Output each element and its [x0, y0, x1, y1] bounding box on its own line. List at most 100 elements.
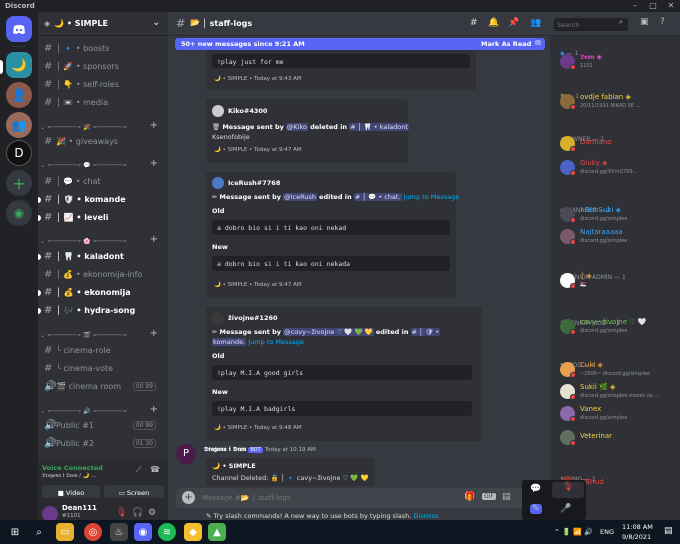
mic-muted-icon[interactable]: 🎙	[116, 508, 127, 518]
language-indicator[interactable]: ENG	[600, 528, 614, 536]
server-header[interactable]: ◈ 🌙 • SIMPLE ⌄	[38, 12, 168, 36]
file-explorer-icon[interactable]: ▭	[56, 523, 74, 541]
new-messages-banner[interactable]: 50+ new messages since 9:21 AM Mark As R…	[175, 38, 545, 50]
avatar[interactable]: P	[176, 444, 196, 464]
jump-to-message-link[interactable]: Jump to Message	[248, 338, 304, 346]
threads-icon[interactable]: #	[470, 18, 478, 28]
voice-channel-public-2[interactable]: 🔊 Public #2 01 30	[44, 436, 164, 451]
channel-boosts[interactable]: # │ 🔹 • boosts	[44, 41, 164, 56]
search-icon[interactable]: ⌕	[30, 523, 48, 541]
pencil-icon: ✏	[212, 328, 218, 336]
clock-time[interactable]: 11:08 AM	[622, 523, 653, 531]
member-item[interactable]: Najtaraaaaa discord.gg/simplee	[560, 227, 678, 247]
notification-icon[interactable]: ▤	[664, 526, 673, 536]
channel-giveaways[interactable]: # 🎉 • giveaways	[44, 134, 164, 149]
voice-channel-cinema-room[interactable]: 🔊 🎬 cinema room 00 99	[44, 379, 164, 394]
avatar	[212, 177, 224, 189]
category-cinema[interactable]: ⌄ ╾──────╼ 🎬 ╾──────╼	[40, 332, 127, 339]
channel-komande[interactable]: # │ 🛡 • komande	[38, 192, 164, 207]
message-input[interactable]	[202, 491, 402, 505]
sticker-icon[interactable]: ▤	[502, 492, 511, 502]
server-icon-4[interactable]: D	[6, 140, 32, 166]
bluestacks-icon[interactable]: ▲	[208, 523, 226, 541]
add-channel-icon[interactable]: +	[150, 234, 158, 245]
voice-channel-public-1[interactable]: 🔊 Public #1 00 99	[44, 418, 164, 433]
add-channel-icon[interactable]: +	[150, 404, 158, 415]
spotify-icon[interactable]: ≋	[158, 523, 176, 541]
server-boost-icon: ◈	[44, 19, 51, 28]
channel-leveli[interactable]: # │ 📈 • leveli	[38, 210, 164, 225]
hash-icon: #	[176, 17, 186, 30]
member-item[interactable]: │ ◈ 🇷🇸	[560, 271, 678, 291]
member-item[interactable]: cavy~živojne ♡ 🤍 discord.gg/simplee	[560, 317, 678, 337]
help-icon[interactable]: ?	[660, 17, 665, 27]
channel-ekonomija-info[interactable]: # │ 💰 • ekonomija-info	[44, 267, 164, 282]
jump-to-message-link[interactable]: Jump to Message	[404, 193, 460, 201]
maximize-button[interactable]: □	[646, 1, 660, 11]
category-voice[interactable]: ⌄ ╾──────╼ 🔊 ╾──────╼	[40, 408, 127, 415]
channel-cinema-role[interactable]: # ╰ cinema-role	[44, 343, 164, 358]
chat-bubble-icon[interactable]: 💬	[530, 484, 541, 494]
member-item[interactable]: Veterinar	[560, 428, 678, 448]
add-channel-icon[interactable]: +	[150, 158, 158, 169]
channel-chat[interactable]: # │ 💬 • chat	[44, 174, 164, 189]
member-item[interactable]: Cuki ◈ ~2506~ discord.gg/simplee	[560, 360, 678, 380]
windows-start-icon[interactable]: ⊞	[6, 523, 24, 541]
status-dot	[570, 64, 576, 70]
steam-icon[interactable]: ♨	[110, 523, 128, 541]
channel-ekonomija[interactable]: # │ 💰 • ekonomija	[38, 285, 164, 300]
search-input[interactable]	[554, 18, 628, 31]
channel-self-roles[interactable]: # │ 👇 • self-roles	[44, 77, 164, 92]
member-item[interactable]: Giuky ◈ discord.gg/XVmU769...	[560, 158, 678, 178]
add-channel-icon[interactable]: +	[150, 328, 158, 339]
category-chat[interactable]: ⌄ ╾──────╼ 💬 ╾──────╼	[40, 162, 127, 169]
server-icon-simple[interactable]: 🌙	[6, 52, 32, 78]
add-channel-icon[interactable]: +	[150, 120, 158, 131]
channel-media[interactable]: # │ 📼 • media	[44, 95, 164, 110]
minimize-button[interactable]: –	[628, 1, 642, 11]
channel-cinema-vote[interactable]: # ╰ cinema-vote	[44, 361, 164, 376]
category-kaladont[interactable]: ⌄ ╾──────╼ 🌸 ╾──────╼	[40, 238, 127, 245]
clock-date[interactable]: 9/8/2021	[622, 533, 651, 541]
gif-icon[interactable]: GIF	[482, 493, 496, 500]
message-author[interactable]: 𝕯𝖗𝖆𝖌𝖆𝖓𝖆 𝖎 𝕯𝖊𝖆𝖓	[204, 445, 246, 453]
member-item[interactable]: ! BonSuki ◈ discord.gg/simplee	[560, 205, 678, 225]
member-list-icon[interactable]: 👥	[530, 18, 541, 28]
channel-hydra-song[interactable]: # │ 🎶 • hydra-song	[38, 303, 164, 318]
mic-muted-icon[interactable]: 🎙	[552, 482, 584, 498]
discord-icon[interactable]: ◉	[134, 523, 152, 541]
bell-icon[interactable]: 🔔	[488, 18, 499, 28]
pin-icon[interactable]: 📌	[508, 18, 519, 28]
server-icon-2[interactable]: 👤	[6, 82, 32, 108]
upload-plus-icon[interactable]: +	[182, 491, 195, 504]
explore-servers-icon[interactable]: ◉	[6, 200, 32, 226]
add-server-icon[interactable]: +	[6, 170, 32, 196]
channel-kaladont[interactable]: # │ 🦷 • kaladont	[38, 249, 164, 264]
chrome-icon[interactable]: ◎	[84, 523, 102, 541]
member-item[interactable]: 𝕯𝖊𝖆𝖓 ◈ 1101	[560, 52, 678, 72]
discord-home-icon[interactable]	[6, 16, 32, 42]
mark-as-read-button[interactable]: Mark As Read	[481, 40, 531, 48]
noise-suppression-icon[interactable]: ⟋	[136, 465, 142, 475]
tray-icons[interactable]: ⌃ 🔋 📶 🔊	[554, 528, 593, 536]
gift-icon[interactable]: 🎁	[464, 492, 475, 502]
member-item[interactable]: Sukii 🌿 ◈ discord.gg/simplee mozes da ...	[560, 382, 678, 402]
server-icon-3[interactable]: 👥	[6, 112, 32, 138]
channel-sponsors[interactable]: # │ 🚀 • sponsors	[44, 59, 164, 74]
member-item[interactable]: Damiano	[560, 134, 678, 154]
inbox-icon[interactable]: ▣	[640, 17, 649, 27]
app-icon[interactable]: ◆	[184, 523, 202, 541]
headphones-icon[interactable]: 🎧	[132, 508, 143, 518]
gear-icon[interactable]: ⚙	[148, 508, 156, 518]
microphone-icon[interactable]: 🎤	[560, 504, 571, 514]
member-item[interactable]: ovdje fabian ◈ 20/11/1991 NIKAD SE ...	[560, 92, 678, 112]
embed-footer: 🌙 • SIMPLE • Today at 9:48 AM	[214, 425, 302, 431]
embed-author: Kiko#4300	[228, 107, 268, 115]
hash-icon: #	[44, 305, 53, 316]
edit-icon[interactable]: ✎	[530, 504, 542, 514]
dismiss-link[interactable]: Dismiss	[413, 512, 438, 520]
disconnect-icon[interactable]: ☎	[150, 465, 160, 474]
close-button[interactable]: ✕	[664, 1, 678, 11]
category-giveaways[interactable]: ⌄ ╾──────╼ 🎉 ╾──────╼	[40, 124, 127, 131]
member-item[interactable]: Vanex discord.gg/simplee	[560, 404, 678, 424]
